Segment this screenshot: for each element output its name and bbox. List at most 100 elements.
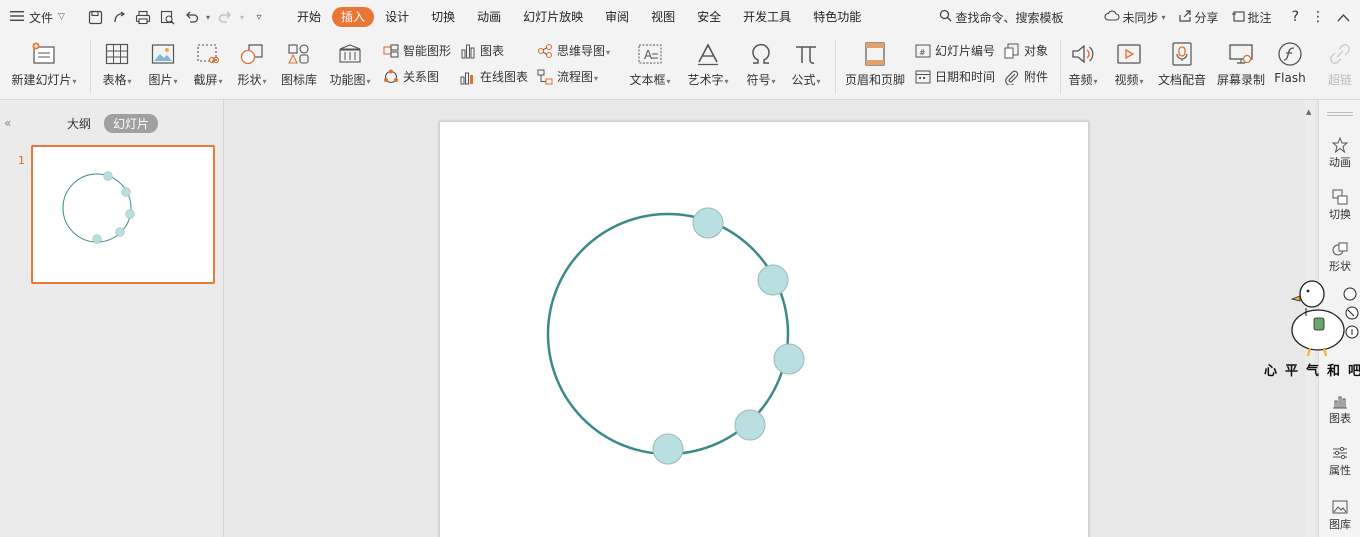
header-footer-icon: [861, 40, 889, 68]
slide-thumbnail[interactable]: [31, 145, 215, 284]
header-footer-button[interactable]: 页眉和页脚: [843, 34, 907, 88]
symbol-button[interactable]: 符号▾: [741, 34, 781, 88]
sync-status[interactable]: 未同步 ▾: [1103, 9, 1166, 26]
menu-right-group: 查找命令、搜索模板 未同步 ▾ 分享 批注 ? ⋮: [939, 0, 1360, 34]
slide-number-button[interactable]: # 幻灯片编号: [915, 42, 995, 59]
tab-special-features[interactable]: 特色功能: [802, 7, 872, 27]
undo-dropdown-icon[interactable]: ▾: [206, 13, 210, 22]
audio-button[interactable]: 音频▾: [1065, 34, 1101, 88]
transition-icon: [1331, 188, 1349, 206]
textbox-button[interactable]: A 文本框▾: [625, 34, 675, 88]
menu-bar: 文件 ▽ ▾ ▾ ▿ 开始 插入 设计 切换 动画 幻灯片放映 审阅 视图 安全…: [0, 0, 1360, 34]
svg-text:#: #: [919, 48, 926, 57]
tab-security[interactable]: 安全: [686, 7, 732, 27]
shape-icon: [238, 40, 266, 68]
rail-shape[interactable]: 形状: [1319, 240, 1360, 274]
rail-chart-label: 图表: [1329, 412, 1351, 425]
node-circle[interactable]: [773, 343, 805, 375]
tab-insert[interactable]: 插入: [332, 7, 375, 27]
tab-developer[interactable]: 开发工具: [732, 7, 802, 27]
attachment-button[interactable]: 附件: [1004, 68, 1048, 85]
print-preview-icon[interactable]: [158, 8, 176, 26]
scroll-up-icon[interactable]: ▲: [1306, 108, 1311, 116]
node-circle[interactable]: [652, 433, 684, 465]
flash-button[interactable]: Flash: [1272, 34, 1308, 85]
chart-button[interactable]: 图表: [460, 42, 504, 59]
wordart-label: 艺术字: [687, 73, 724, 87]
rail-animation[interactable]: 动画: [1319, 136, 1360, 170]
svg-text:A: A: [644, 48, 653, 62]
rail-transition-label: 切换: [1329, 208, 1351, 221]
screen-record-button[interactable]: 屏幕录制: [1214, 34, 1268, 88]
node-circle[interactable]: [757, 264, 789, 296]
icon-library-button[interactable]: 图标库: [279, 34, 319, 88]
ribbon-insert: 新建幻灯片▾ 表格▾ 图片▾ 截屏▾ 形状▾ 图标库 功能图▾ 智能图形 关系图…: [0, 34, 1360, 100]
ribbon-tabs: 开始 插入 设计 切换 动画 幻灯片放映 审阅 视图 安全 开发工具 特色功能: [286, 7, 872, 27]
slide-canvas[interactable]: [439, 121, 1089, 537]
screenshot-button[interactable]: 截屏▾: [189, 34, 227, 88]
flowchart-button[interactable]: 流程图▾: [537, 68, 598, 85]
cloud-icon: [1103, 9, 1120, 25]
undo-icon[interactable]: [182, 8, 200, 26]
save-icon[interactable]: [86, 8, 104, 26]
export-pdf-icon[interactable]: [110, 8, 128, 26]
mindmap-label: 思维导图: [557, 44, 606, 58]
formula-button[interactable]: 公式▾: [786, 34, 826, 88]
picture-icon: [149, 40, 177, 68]
mindmap-button[interactable]: 思维导图▾: [537, 42, 610, 59]
customize-toolbar-icon[interactable]: ▿: [250, 8, 268, 26]
rail-library-label: 图库: [1329, 518, 1351, 531]
function-chart-button[interactable]: 功能图▾: [327, 34, 373, 88]
collapse-panel-icon[interactable]: «: [4, 116, 11, 130]
rail-property[interactable]: 属性: [1319, 444, 1360, 478]
sync-label: 未同步: [1122, 10, 1159, 25]
node-circle[interactable]: [692, 207, 724, 239]
share-button[interactable]: 分享: [1178, 9, 1219, 26]
wordart-button[interactable]: 艺术字▾: [683, 34, 733, 88]
rail-chart[interactable]: 图表: [1319, 392, 1360, 426]
tab-slideshow[interactable]: 幻灯片放映: [512, 7, 594, 27]
file-menu[interactable]: 文件 ▽: [0, 9, 82, 26]
object-button[interactable]: 对象: [1004, 42, 1048, 59]
function-chart-icon: [336, 40, 364, 68]
date-time-label: 日期和时间: [935, 70, 996, 84]
tab-transition[interactable]: 切换: [420, 7, 466, 27]
calendar-icon: [915, 69, 931, 85]
search-icon: [939, 9, 952, 25]
search-commands[interactable]: 查找命令、搜索模板: [939, 9, 1064, 26]
collapse-ribbon-icon[interactable]: [1337, 13, 1350, 22]
node-circle[interactable]: [734, 409, 766, 441]
online-chart-button[interactable]: 在线图表: [460, 68, 528, 85]
print-icon[interactable]: [134, 8, 152, 26]
slide-number-label: 幻灯片编号: [935, 44, 996, 58]
hyperlink-button[interactable]: 超链: [1322, 34, 1358, 88]
document-dubbing-button[interactable]: 文档配音: [1156, 34, 1208, 88]
shape-button[interactable]: 形状▾: [233, 34, 271, 88]
help-icon[interactable]: ?: [1292, 9, 1299, 25]
tab-design[interactable]: 设计: [374, 7, 420, 27]
rail-transition[interactable]: 切换: [1319, 188, 1360, 222]
tab-slides[interactable]: 幻灯片: [104, 114, 159, 133]
rail-library[interactable]: 图库: [1319, 498, 1360, 532]
video-button[interactable]: 视频▾: [1109, 34, 1149, 88]
tab-outline[interactable]: 大纲: [58, 114, 100, 133]
new-slide-button[interactable]: 新建幻灯片▾: [8, 34, 80, 88]
redo-dropdown-icon[interactable]: ▾: [240, 13, 244, 22]
tab-home[interactable]: 开始: [286, 7, 332, 27]
tab-view[interactable]: 视图: [640, 7, 686, 27]
picture-button[interactable]: 图片▾: [144, 34, 182, 88]
redo-icon[interactable]: [216, 8, 234, 26]
relation-chart-button[interactable]: 关系图: [383, 68, 439, 85]
microphone-icon: [1168, 40, 1196, 68]
textbox-label: 文本框: [629, 73, 666, 87]
bar-chart-icon: [460, 43, 476, 59]
tab-review[interactable]: 审阅: [594, 7, 640, 27]
table-button[interactable]: 表格▾: [98, 34, 136, 88]
tab-animation[interactable]: 动画: [466, 7, 512, 27]
date-time-button[interactable]: 日期和时间: [915, 68, 995, 85]
omega-icon: [747, 40, 775, 68]
image-library-icon: [1331, 498, 1349, 516]
smart-art-button[interactable]: 智能图形: [383, 42, 451, 59]
more-options-icon[interactable]: ⋮: [1311, 9, 1325, 25]
comment-button[interactable]: 批注: [1231, 9, 1272, 26]
